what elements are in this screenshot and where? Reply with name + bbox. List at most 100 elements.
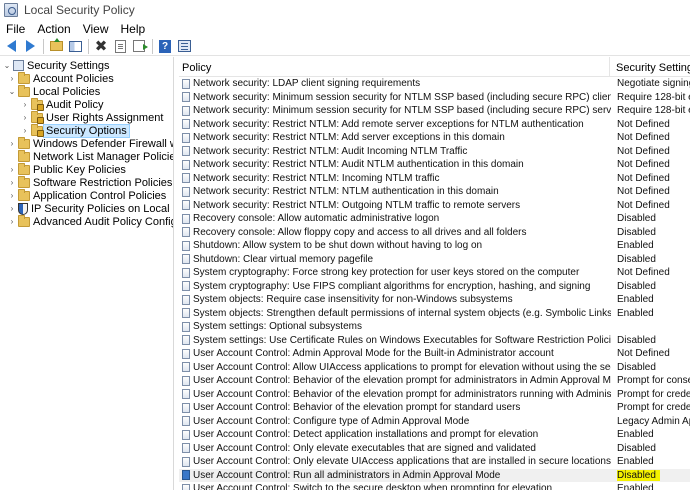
column-header-security-setting[interactable]: Security Setting (616, 62, 690, 74)
expand-chevron-icon[interactable]: › (8, 163, 16, 176)
table-row[interactable]: Recovery console: Allow automatic admini… (179, 212, 690, 226)
policy-name-cell: Network security: Restrict NTLM: Audit I… (193, 145, 468, 157)
table-row[interactable]: System objects: Strengthen default permi… (179, 307, 690, 321)
tree-item-ip-security-policies[interactable]: › IP Security Policies on Local Computer (8, 202, 173, 215)
table-row[interactable]: User Account Control: Admin Approval Mod… (179, 347, 690, 361)
tree-item-label: Local Policies (33, 85, 101, 98)
tree-item-windows-defender-firewall[interactable]: › Windows Defender Firewall with Advar (8, 136, 173, 150)
tree-item-user-rights-assignment[interactable]: › User Rights Assignment (21, 110, 164, 124)
table-row[interactable]: Shutdown: Allow system to be shut down w… (179, 239, 690, 253)
collapse-chevron-icon[interactable]: ⌄ (3, 59, 11, 72)
expand-chevron-icon[interactable]: › (8, 215, 16, 228)
help-button[interactable]: ? (157, 39, 173, 54)
export-list-button[interactable] (131, 39, 148, 54)
expand-chevron-icon[interactable]: › (8, 189, 16, 202)
table-row[interactable]: Network security: Restrict NTLM: Add ser… (179, 131, 690, 145)
policy-name-cell: Shutdown: Allow system to be shut down w… (193, 240, 483, 252)
table-row[interactable]: Network security: Minimum session securi… (179, 104, 690, 118)
table-row[interactable]: User Account Control: Detect application… (179, 428, 690, 442)
policy-name-cell: System cryptography: Force strong key pr… (193, 267, 580, 279)
policy-name-cell: Recovery console: Allow automatic admini… (193, 213, 440, 225)
security-setting-cell: Require 128-bit encr (617, 91, 690, 103)
expand-chevron-icon[interactable]: › (21, 98, 29, 111)
tree-item-account-policies[interactable]: › Account Policies (8, 71, 114, 85)
policy-item-icon (182, 348, 190, 359)
table-row[interactable]: User Account Control: Switch to the secu… (179, 482, 690, 490)
policy-name-cell: System cryptography: Use FIPS compliant … (193, 280, 591, 292)
table-row[interactable]: User Account Control: Allow UIAccess app… (179, 361, 690, 375)
table-row[interactable]: Network security: LDAP client signing re… (179, 77, 690, 91)
toolbar-divider (0, 55, 690, 56)
policy-item-icon (182, 92, 190, 103)
tree-item-security-options[interactable]: › Security Options (21, 123, 130, 138)
folder-open-icon (18, 84, 30, 97)
show-hide-console-tree-button[interactable] (67, 39, 83, 54)
menu-file[interactable]: File (0, 22, 31, 36)
expand-chevron-icon[interactable]: › (8, 202, 16, 215)
table-row[interactable]: Network security: Restrict NTLM: Outgoin… (179, 199, 690, 213)
table-row[interactable]: User Account Control: Configure type of … (179, 415, 690, 429)
tree-item-label: Software Restriction Policies (33, 176, 173, 189)
table-row[interactable]: System cryptography: Force strong key pr… (179, 266, 690, 280)
tree-item-software-restriction[interactable]: › Software Restriction Policies (8, 175, 173, 189)
table-row[interactable]: Network security: Restrict NTLM: Add rem… (179, 118, 690, 132)
expand-chevron-icon[interactable]: › (8, 176, 16, 189)
security-setting-cell: Not Defined (617, 199, 670, 211)
forward-button[interactable] (22, 39, 38, 54)
delete-button[interactable]: ✖ (93, 39, 109, 54)
menu-bar: File Action View Help (0, 20, 690, 38)
table-row[interactable]: Network security: Restrict NTLM: NTLM au… (179, 185, 690, 199)
table-row[interactable]: Recovery console: Allow floppy copy and … (179, 226, 690, 240)
menu-help[interactable]: Help (115, 22, 152, 36)
expand-chevron-icon[interactable]: › (8, 72, 16, 85)
tree-item-security-settings[interactable]: ⌄ Security Settings (3, 59, 110, 72)
policy-item-icon (182, 429, 190, 440)
column-header-policy[interactable]: Policy (182, 62, 211, 74)
tree-item-advanced-audit-policy[interactable]: › Advanced Audit Policy Configuration (8, 214, 173, 228)
tree-item-application-control[interactable]: › Application Control Policies (8, 188, 166, 202)
policy-item-icon (182, 308, 190, 319)
tree-item-label: User Rights Assignment (46, 111, 164, 124)
expand-chevron-icon[interactable]: › (21, 124, 29, 137)
tree-item-audit-policy[interactable]: › Audit Policy (21, 97, 104, 111)
table-row[interactable]: Network security: Restrict NTLM: Incomin… (179, 172, 690, 186)
back-button[interactable] (3, 39, 19, 54)
table-row[interactable]: User Account Control: Only elevate UIAcc… (179, 455, 690, 469)
table-row[interactable]: User Account Control: Run all administra… (179, 468, 690, 482)
expand-chevron-icon[interactable]: › (8, 137, 16, 150)
table-row[interactable]: User Account Control: Behavior of the el… (179, 374, 690, 388)
collapse-chevron-icon[interactable]: ⌄ (8, 85, 16, 98)
table-row[interactable]: Network security: Restrict NTLM: Audit I… (179, 145, 690, 159)
policy-item-icon (182, 267, 190, 278)
table-row[interactable]: User Account Control: Behavior of the el… (179, 388, 690, 402)
policy-item-icon (182, 186, 190, 197)
policy-item-icon (182, 200, 190, 211)
table-row[interactable]: Network security: Minimum session securi… (179, 91, 690, 105)
table-row[interactable]: System settings: Optional subsystems (179, 320, 690, 334)
expand-chevron-icon[interactable]: › (21, 111, 29, 124)
table-row[interactable]: Network security: Restrict NTLM: Audit N… (179, 158, 690, 172)
menu-view[interactable]: View (77, 22, 115, 36)
console-tree[interactable]: ⌄ Security Settings › Account Policies ⌄… (0, 57, 174, 490)
policy-list[interactable]: Policy Security Setting Network security… (179, 57, 690, 490)
table-row[interactable]: System cryptography: Use FIPS compliant … (179, 280, 690, 294)
tree-item-public-key-policies[interactable]: › Public Key Policies (8, 162, 126, 176)
tree-item-local-policies[interactable]: ⌄ Local Policies (8, 84, 101, 98)
table-row[interactable]: User Account Control: Behavior of the el… (179, 401, 690, 415)
policy-item-icon (182, 416, 190, 427)
table-row[interactable]: System settings: Use Certificate Rules o… (179, 334, 690, 348)
policy-name-cell: User Account Control: Run all administra… (193, 469, 501, 481)
column-divider[interactable] (609, 57, 610, 77)
table-row[interactable]: Shutdown: Clear virtual memory pagefile D… (179, 253, 690, 267)
tree-item-network-list-manager[interactable]: Network List Manager Policies (8, 149, 173, 163)
show-hide-action-pane-button[interactable] (176, 39, 192, 54)
table-row[interactable]: User Account Control: Only elevate execu… (179, 442, 690, 456)
properties-button[interactable] (112, 39, 128, 54)
tree-item-label: Audit Policy (46, 98, 104, 111)
action-pane-icon (177, 40, 191, 52)
menu-action[interactable]: Action (31, 22, 76, 36)
tree-item-label: Security Options (43, 123, 130, 138)
table-row[interactable]: System objects: Require case insensitivi… (179, 293, 690, 307)
up-one-level-button[interactable] (48, 38, 64, 54)
security-setting-cell: Disabled (617, 253, 656, 265)
